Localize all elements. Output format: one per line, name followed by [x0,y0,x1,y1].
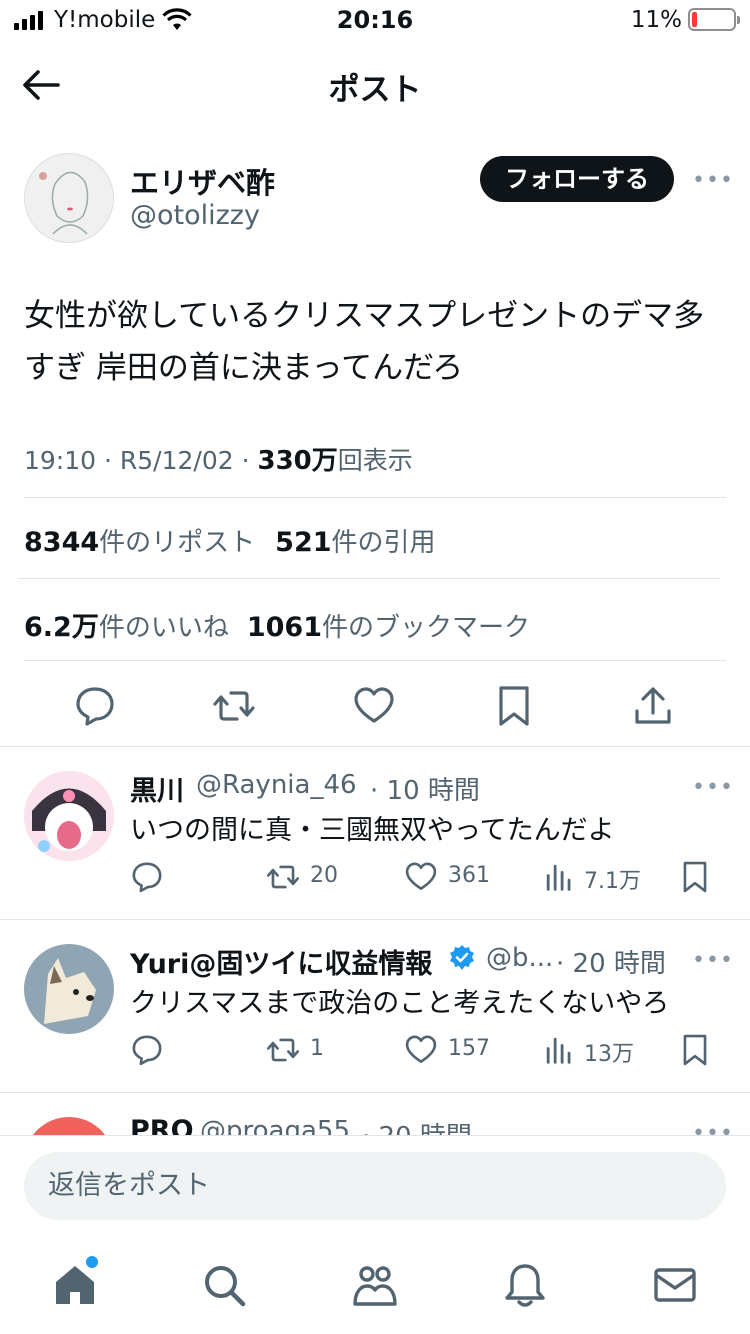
notifications-icon[interactable] [502,1262,548,1308]
bookmark-icon[interactable] [678,1032,712,1068]
reply-view-count: 7.1万 [584,869,641,894]
likes-label: 件のいいね [98,613,229,643]
repost-icon[interactable] [266,860,300,894]
likes-count: 6.2万 [24,612,99,643]
reposts-label: 件のリポスト [99,528,256,558]
divider [24,497,726,498]
home-notification-dot [86,1256,98,1268]
reply-icon[interactable] [73,684,117,728]
reply-icon[interactable] [130,1033,164,1067]
bookmark-icon[interactable] [492,684,536,728]
reply-time: · 20 時間 [556,949,666,979]
reply-avatar[interactable] [24,771,114,861]
reply-repost-count: 1 [310,1036,324,1061]
post-timestamp: 19:10 · R5/12/02 · [24,446,258,475]
like-icon[interactable] [352,684,396,728]
reply-view-count: 13万 [584,1042,634,1067]
more-options-icon[interactable]: ••• [692,1121,734,1135]
messages-icon[interactable] [652,1262,698,1308]
bookmark-icon[interactable] [678,859,712,895]
reply-author-handle[interactable]: @proaga55 [200,1116,350,1135]
battery-icon [688,8,740,31]
reply-time: · 10 時間 [370,776,480,806]
divider [24,660,726,661]
follow-button[interactable]: フォローする [480,156,674,202]
reply-author-handle[interactable]: @b... [486,943,553,973]
author-avatar[interactable] [24,153,114,243]
status-bar: Y!mobile 20:16 11% [0,0,750,44]
post-meta: 19:10 · R5/12/02 · 330万回表示 [24,440,413,477]
repost-quote-stats[interactable]: 8344件のリポスト 521件の引用 [24,522,436,559]
quotes-count: 521 [275,527,332,558]
share-icon[interactable] [631,684,675,728]
author-handle[interactable]: @otolizzy [130,200,260,231]
reply-repost-count: 20 [310,863,338,888]
verified-badge-icon [450,945,474,970]
like-bookmark-stats[interactable]: 6.2万件のいいね 1061件のブックマーク [24,605,530,644]
home-icon[interactable] [52,1262,98,1308]
repost-icon[interactable] [266,1033,300,1067]
views-label: 回表示 [337,446,413,475]
page-title: ポスト [328,72,422,108]
reply-author-name[interactable]: PRO [130,1115,194,1135]
more-options-icon[interactable]: ••• [692,168,734,193]
repost-icon[interactable] [212,684,256,728]
like-icon[interactable] [404,860,438,894]
battery-percent: 11% [630,7,682,33]
reply-author-name[interactable]: 黒川 [130,769,184,808]
tab-bar [0,1236,750,1334]
more-options-icon[interactable]: ••• [692,948,734,973]
reply-text: いつの間に真・三國無双やってたんだよ [130,815,615,846]
reply-like-count: 157 [448,1036,490,1061]
reply-icon[interactable] [130,860,164,894]
quotes-label: 件の引用 [331,528,436,558]
views-count: 330万 [257,446,338,476]
author-name[interactable]: エリザベ酢 [130,160,275,202]
views-icon[interactable] [542,1033,576,1067]
post-text: 女性が欲しているクリスマスプレゼントのデマ多すぎ 岸田の首に決まってんだろ [24,298,705,386]
reposts-count: 8344 [24,527,100,558]
divider [18,578,720,579]
reply-text: クリスマスまで政治のこと考えたくないやろ [130,988,670,1019]
views-icon[interactable] [542,860,576,894]
more-options-icon[interactable]: ••• [692,775,734,800]
reply-avatar[interactable] [24,944,114,1034]
reply-time: · 20 時間 [362,1116,472,1135]
reply-item[interactable]: 黒川 @Raynia_46 · 10 時間 ••• いつの間に真・三國無双やって… [0,747,750,919]
reply-like-count: 361 [448,863,490,888]
like-icon[interactable] [404,1033,438,1067]
reply-item[interactable]: Yuri@固ツイに収益情報 @b... · 20 時間 ••• クリスマスまで政… [0,920,750,1092]
reply-item[interactable]: PRO @proaga55 · 20 時間 ••• [0,1093,750,1135]
reply-input[interactable]: 返信をポスト [24,1152,726,1220]
reply-author-name[interactable]: Yuri@固ツイに収益情報 [130,942,432,981]
communities-icon[interactable] [352,1262,398,1308]
reply-author-handle[interactable]: @Raynia_46 [196,770,357,800]
reply-avatar[interactable] [24,1117,114,1135]
bookmarks-count: 1061 [246,612,323,643]
bookmarks-label: 件のブックマーク [322,613,531,643]
search-icon[interactable] [201,1262,247,1308]
